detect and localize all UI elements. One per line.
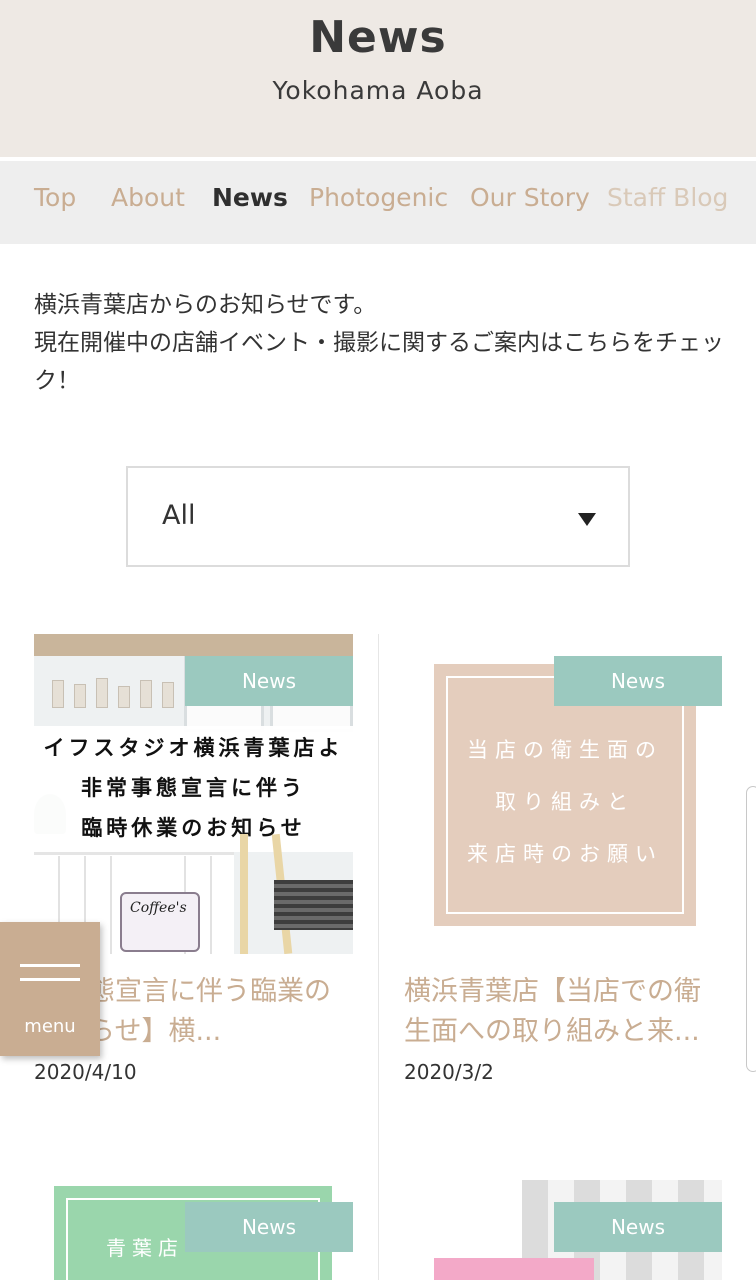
nav-item-news[interactable]: News [212, 183, 288, 212]
grid-divider [378, 634, 379, 1280]
page-title: News [309, 12, 447, 63]
category-select-value: All [162, 500, 196, 531]
radiator [274, 880, 353, 930]
hamburger-icon [20, 978, 80, 981]
caret-down-icon [578, 513, 596, 526]
intro-text: 横浜青葉店からのお知らせです。 現在開催中の店舗イベント・撮影に関するご案内はこ… [34, 286, 724, 400]
shelf [34, 634, 353, 656]
category-select[interactable]: All [126, 466, 630, 567]
nav-item-about[interactable]: About [111, 183, 185, 212]
news-card-1-date: 2020/4/10 [34, 1060, 137, 1084]
news-tag: News [554, 1202, 722, 1252]
nav-item-our-story[interactable]: Our Story [470, 183, 590, 212]
nav-item-staff-blog[interactable]: Staff Blog [607, 183, 728, 212]
top-nav: Top About News Photogenic Our Story Staf… [0, 160, 756, 244]
news-tag: News [554, 656, 722, 706]
nav-item-photogenic[interactable]: Photogenic [309, 183, 448, 212]
page-subtitle: Yokohama Aoba [272, 76, 484, 105]
menu-button[interactable]: menu [0, 922, 100, 1056]
scrollbar[interactable] [746, 786, 756, 1072]
page-header: News Yokohama Aoba [0, 0, 756, 157]
coffee-sign: Coffee's [120, 892, 200, 952]
intro-line-2: 現在開催中の店舗イベント・撮影に関するご案内はこちらをチェック！ [34, 330, 724, 394]
bottles [52, 674, 202, 708]
news-tag: News [185, 1202, 353, 1252]
hamburger-icon [20, 964, 80, 967]
nav-item-top[interactable]: Top [34, 183, 76, 212]
menu-label: menu [24, 1016, 76, 1037]
pink-panel [434, 1258, 594, 1280]
intro-line-1: 横浜青葉店からのお知らせです。 [34, 292, 377, 318]
image-caption-band: イフスタジオ横浜青葉店よ 非常事態宣言に伴う 臨時休業のお知らせ [34, 726, 353, 852]
news-card-2-title[interactable]: 横浜青葉店【当店での衛生面への取り組みと来... [404, 972, 724, 1052]
news-card-2-date: 2020/3/2 [404, 1060, 494, 1084]
news-tag: News [185, 656, 353, 706]
